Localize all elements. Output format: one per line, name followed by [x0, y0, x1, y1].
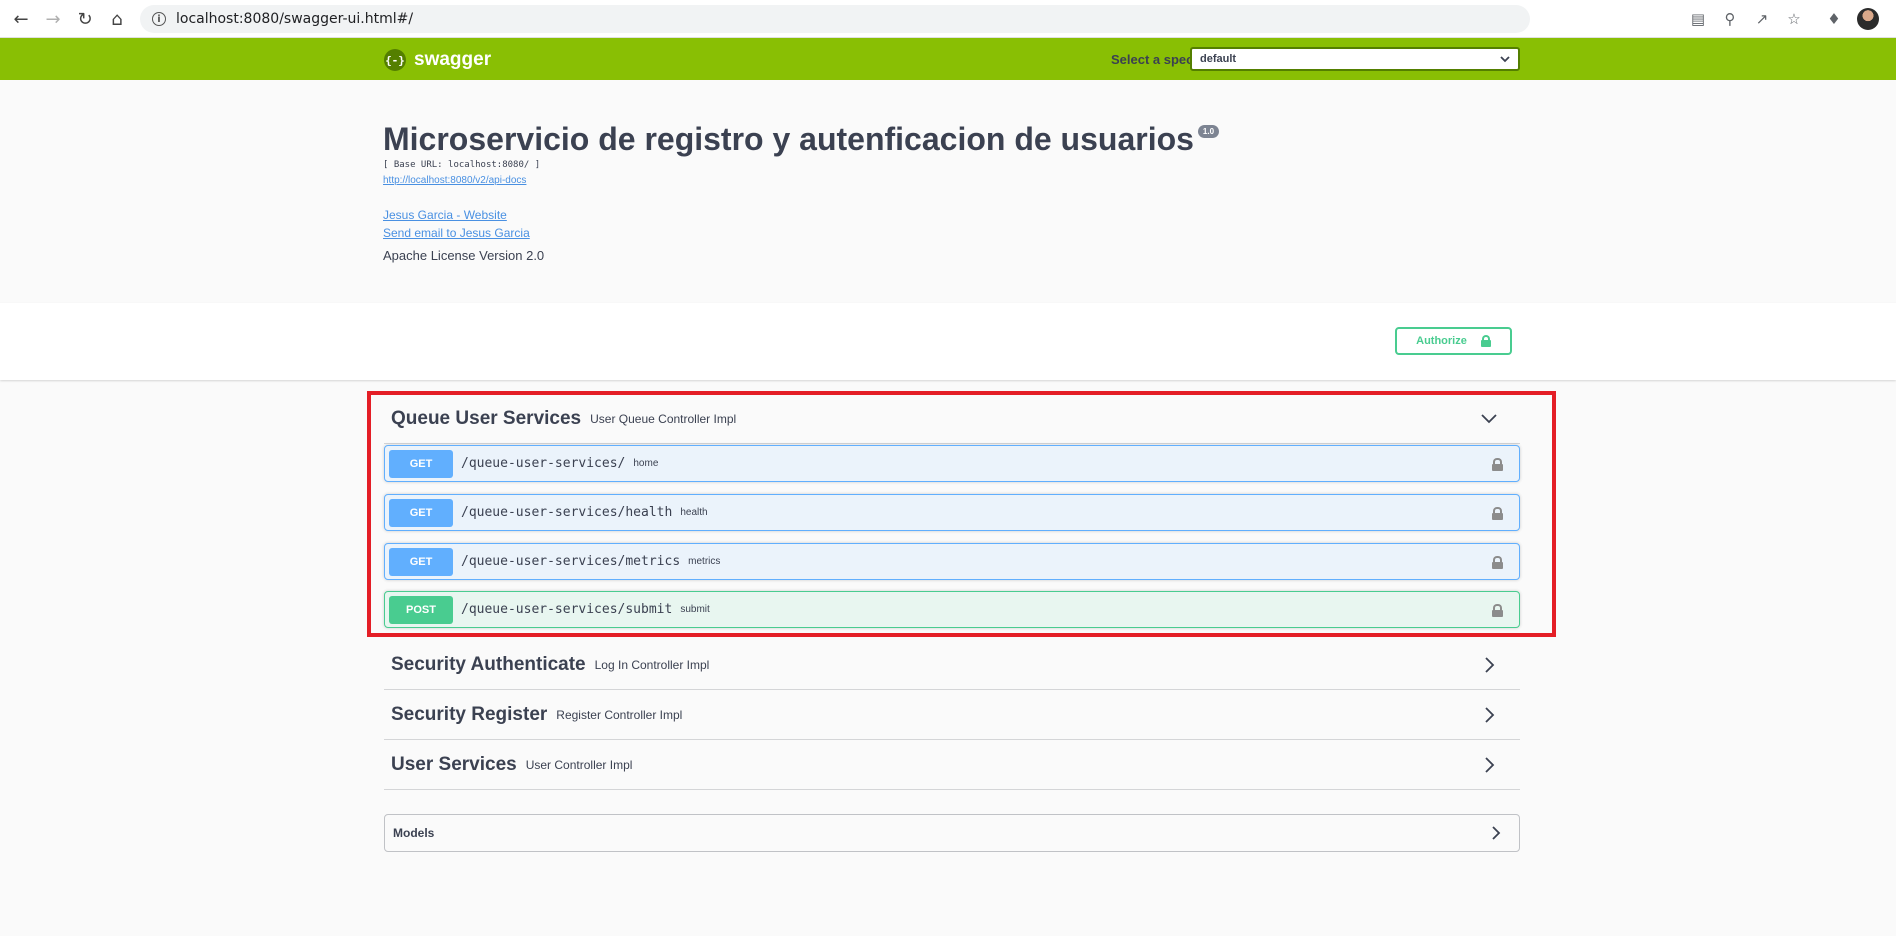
spec-select-value: default — [1200, 53, 1237, 65]
swagger-logo[interactable]: {-} swagger — [384, 49, 491, 71]
tag-description: Register Controller Impl — [556, 707, 683, 722]
translate-icon[interactable]: ▤ — [1688, 9, 1708, 29]
api-docs-link[interactable]: http://localhost:8080/v2/api-docs — [383, 175, 526, 186]
chevron-right-icon[interactable] — [1480, 756, 1498, 774]
lock-icon — [1480, 335, 1491, 347]
tag-description: User Controller Impl — [525, 757, 633, 772]
tag-description: Log In Controller Impl — [594, 657, 710, 672]
info-icon[interactable]: i — [152, 12, 166, 26]
avatar[interactable] — [1857, 8, 1879, 30]
url-text[interactable]: localhost:8080/swagger-ui.html#/ — [176, 11, 413, 27]
swagger-logo-text: swagger — [414, 49, 492, 70]
swagger-logo-icon: {-} — [384, 49, 406, 71]
zoom-icon[interactable]: ⚲ — [1720, 9, 1740, 29]
chevron-right-icon[interactable] — [1480, 706, 1498, 724]
authorize-button[interactable]: Authorize — [1395, 327, 1512, 355]
tag-security-register[interactable]: Security Register Register Controller Im… — [384, 690, 1520, 740]
chevron-down-icon — [1500, 55, 1510, 62]
models-section[interactable]: Models — [384, 814, 1520, 852]
tag-name: Security Register — [391, 703, 548, 725]
authorize-label: Authorize — [1416, 335, 1467, 347]
api-title: Microservicio de registro y autenficacio… — [383, 121, 1194, 157]
models-label: Models — [393, 826, 435, 840]
address-bar[interactable]: i localhost:8080/swagger-ui.html#/ — [140, 5, 1530, 33]
forward-icon[interactable]: → — [42, 8, 64, 30]
page-title: Microservicio de registro y autenficacio… — [383, 121, 1220, 158]
extensions-icon[interactable]: ♦ — [1824, 9, 1844, 29]
back-icon[interactable]: ← — [10, 8, 32, 30]
scheme-container — [0, 303, 1896, 380]
tag-user-services[interactable]: User Services User Controller Impl — [384, 740, 1520, 790]
highlight-box — [367, 391, 1556, 637]
email-link[interactable]: Send email to Jesus Garcia — [383, 226, 530, 240]
chevron-right-icon[interactable] — [1480, 656, 1498, 674]
website-link[interactable]: Jesus Garcia - Website — [383, 208, 507, 222]
spec-select-label: Select a spec — [1111, 52, 1194, 67]
base-url: [ Base URL: localhost:8080/ ] — [383, 160, 541, 170]
tag-name: User Services — [391, 753, 517, 775]
version-badge: 1.0 — [1197, 125, 1220, 138]
tag-name: Security Authenticate — [391, 653, 586, 675]
tag-security-authenticate[interactable]: Security Authenticate Log In Controller … — [384, 640, 1520, 690]
chevron-right-icon[interactable] — [1489, 825, 1503, 841]
swagger-topbar — [0, 38, 1896, 80]
star-icon[interactable]: ☆ — [1784, 9, 1804, 29]
share-icon[interactable]: ↗ — [1752, 9, 1772, 29]
reload-icon[interactable]: ↻ — [74, 8, 96, 30]
license-text: Apache License Version 2.0 — [383, 248, 545, 263]
home-icon[interactable]: ⌂ — [106, 8, 128, 30]
spec-select[interactable]: default — [1190, 47, 1520, 71]
